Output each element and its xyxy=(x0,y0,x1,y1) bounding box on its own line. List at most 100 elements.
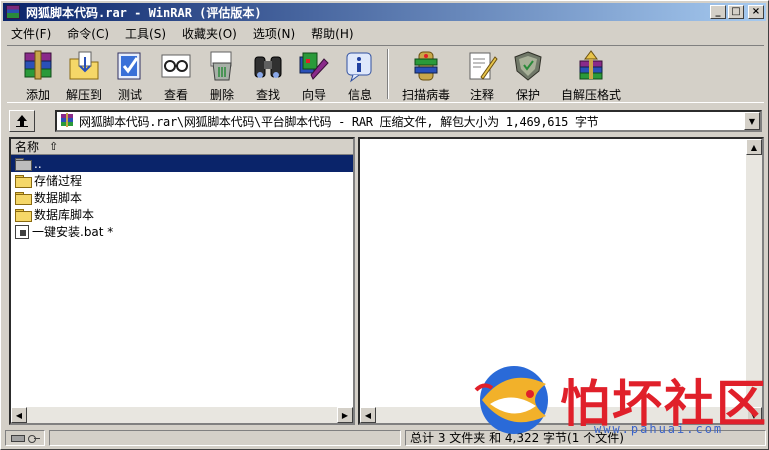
menu-file[interactable]: 文件(F) xyxy=(3,25,59,42)
menu-bar: 文件(F) 命令(C) 工具(S) 收藏夹(O) 选项(N) 帮助(H) xyxy=(3,23,362,43)
address-path: 网狐脚本代码.rar\网狐脚本代码\平台脚本代码 - RAR 压缩文件, 解包大… xyxy=(79,114,599,129)
scroll-track[interactable] xyxy=(27,407,337,423)
minimize-button[interactable]: _ xyxy=(710,5,726,19)
file-row-folder[interactable]: 数据脚本 xyxy=(11,189,353,206)
title-bar[interactable]: 网狐脚本代码.rar - WinRAR (评估版本) _ □ × xyxy=(3,3,766,21)
key-icon xyxy=(27,434,40,443)
folder-icon xyxy=(15,208,32,222)
comment-button[interactable]: 注释 xyxy=(459,46,505,102)
virus-scan-button[interactable]: 扫描病毒 xyxy=(393,46,459,102)
menu-options[interactable]: 选项(N) xyxy=(245,25,303,42)
scroll-track[interactable] xyxy=(376,407,748,423)
books-stack-icon xyxy=(21,49,55,83)
window-title: 网狐脚本代码.rar - WinRAR (评估版本) xyxy=(26,5,262,20)
preview-vscroll[interactable]: ▲ ▼ xyxy=(746,139,762,423)
address-dropdown-button[interactable]: ▼ xyxy=(744,112,760,130)
arrow-left-icon: ◀ xyxy=(364,410,372,420)
file-row-folder[interactable]: 数据库脚本 xyxy=(11,206,353,223)
sort-arrow-icon: ⇧ xyxy=(49,140,59,153)
status-icons xyxy=(5,430,45,446)
chevron-down-icon: ▼ xyxy=(748,116,756,126)
close-button[interactable]: × xyxy=(748,5,764,19)
file-list-pane[interactable]: 名称 ⇧ .. 存储过程 数据脚本 数据库脚本 一键安装.bat * ◀ ▶ xyxy=(9,137,355,425)
folder-icon xyxy=(15,191,32,205)
column-name-label: 名称 xyxy=(15,140,40,154)
file-row-folder[interactable]: 存储过程 xyxy=(11,172,353,189)
test-checkmark-icon xyxy=(113,49,147,83)
view-label: 查看 xyxy=(163,88,188,102)
parent-folder-icon xyxy=(15,157,32,171)
status-summary: 总计 3 文件夹 和 4,322 字节(1 个文件) xyxy=(405,430,766,446)
menu-tools[interactable]: 工具(S) xyxy=(117,25,174,42)
toolbar-separator xyxy=(387,49,389,99)
scroll-track[interactable] xyxy=(746,155,762,407)
delete-button[interactable]: 删除 xyxy=(199,46,245,102)
virus-scan-label: 扫描病毒 xyxy=(401,88,450,102)
sfx-archive-icon xyxy=(574,49,608,83)
wizard-button[interactable]: 向导 xyxy=(291,46,337,102)
find-button[interactable]: 查找 xyxy=(245,46,291,102)
glasses-icon xyxy=(159,49,193,83)
add-label: 添加 xyxy=(25,88,50,102)
protect-label: 保护 xyxy=(515,88,540,102)
scroll-right-button[interactable]: ▶ xyxy=(337,407,353,423)
wizard-label: 向导 xyxy=(301,88,326,102)
file-name: .. xyxy=(34,156,42,171)
menu-favorites[interactable]: 收藏夹(O) xyxy=(174,25,245,42)
scroll-up-button[interactable]: ▲ xyxy=(746,139,762,155)
view-button[interactable]: 查看 xyxy=(153,46,199,102)
winrar-app-icon[interactable] xyxy=(6,5,20,19)
file-row-parent[interactable]: .. xyxy=(11,155,353,172)
sfx-button[interactable]: 自解压格式 xyxy=(551,46,631,102)
delete-label: 删除 xyxy=(209,88,234,102)
test-label: 测试 xyxy=(117,88,142,102)
menu-commands[interactable]: 命令(C) xyxy=(59,25,117,42)
find-label: 查找 xyxy=(255,88,280,102)
preview-pane[interactable]: ▲ ▼ ◀ xyxy=(358,137,764,425)
test-button[interactable]: 测试 xyxy=(107,46,153,102)
window-controls: _ □ × xyxy=(710,5,764,19)
binoculars-icon xyxy=(251,49,285,83)
status-bar: 总计 3 文件夹 和 4,322 字节(1 个文件) xyxy=(5,429,766,447)
info-icon xyxy=(343,49,377,83)
arrow-down-icon: ▼ xyxy=(750,410,758,420)
column-header-name[interactable]: 名称 ⇧ xyxy=(11,139,353,155)
virus-scan-icon xyxy=(409,49,443,83)
file-row-bat[interactable]: 一键安装.bat * xyxy=(11,223,353,240)
file-list-hscroll[interactable]: ◀ ▶ xyxy=(11,407,353,423)
file-name: 数据脚本 xyxy=(34,191,83,205)
extract-folder-icon xyxy=(67,49,101,83)
up-arrow-icon xyxy=(16,115,28,127)
arrow-left-icon: ◀ xyxy=(15,410,23,420)
toolbar: 添加 解压到 测试 查看 删除 查找 向导 信息 扫描病毒 注释 保护 自解压格… xyxy=(7,45,764,103)
preview-hscroll[interactable]: ◀ xyxy=(360,407,748,423)
info-label: 信息 xyxy=(347,88,372,102)
extract-to-button[interactable]: 解压到 xyxy=(61,46,107,102)
menu-help[interactable]: 帮助(H) xyxy=(303,25,361,42)
file-name: 存储过程 xyxy=(34,174,83,188)
comment-pencil-icon xyxy=(465,49,499,83)
archive-icon xyxy=(59,112,75,131)
maximize-button[interactable]: □ xyxy=(728,5,744,19)
arrow-up-icon: ▲ xyxy=(750,142,758,152)
batch-file-icon xyxy=(15,224,29,239)
scroll-down-button[interactable]: ▼ xyxy=(746,407,762,423)
address-row: 网狐脚本代码.rar\网狐脚本代码\平台脚本代码 - RAR 压缩文件, 解包大… xyxy=(9,109,762,133)
up-one-level-button[interactable] xyxy=(9,110,35,132)
scroll-left-button[interactable]: ◀ xyxy=(360,407,376,423)
address-bar[interactable]: 网狐脚本代码.rar\网狐脚本代码\平台脚本代码 - RAR 压缩文件, 解包大… xyxy=(55,110,762,132)
recycle-bin-icon xyxy=(205,49,239,83)
sfx-label: 自解压格式 xyxy=(560,88,621,102)
drive-icon xyxy=(10,434,25,442)
comment-label: 注释 xyxy=(469,88,494,102)
winrar-window: 网狐脚本代码.rar - WinRAR (评估版本) _ □ × 文件(F) 命… xyxy=(0,0,769,450)
add-button[interactable]: 添加 xyxy=(15,46,61,102)
wizard-icon xyxy=(297,49,331,83)
scroll-left-button[interactable]: ◀ xyxy=(11,407,27,423)
info-button[interactable]: 信息 xyxy=(337,46,383,102)
status-selection xyxy=(49,430,401,446)
folder-icon xyxy=(15,174,32,188)
protect-button[interactable]: 保护 xyxy=(505,46,551,102)
file-name: 一键安装.bat * xyxy=(32,225,114,239)
extract-to-label: 解压到 xyxy=(65,88,102,102)
